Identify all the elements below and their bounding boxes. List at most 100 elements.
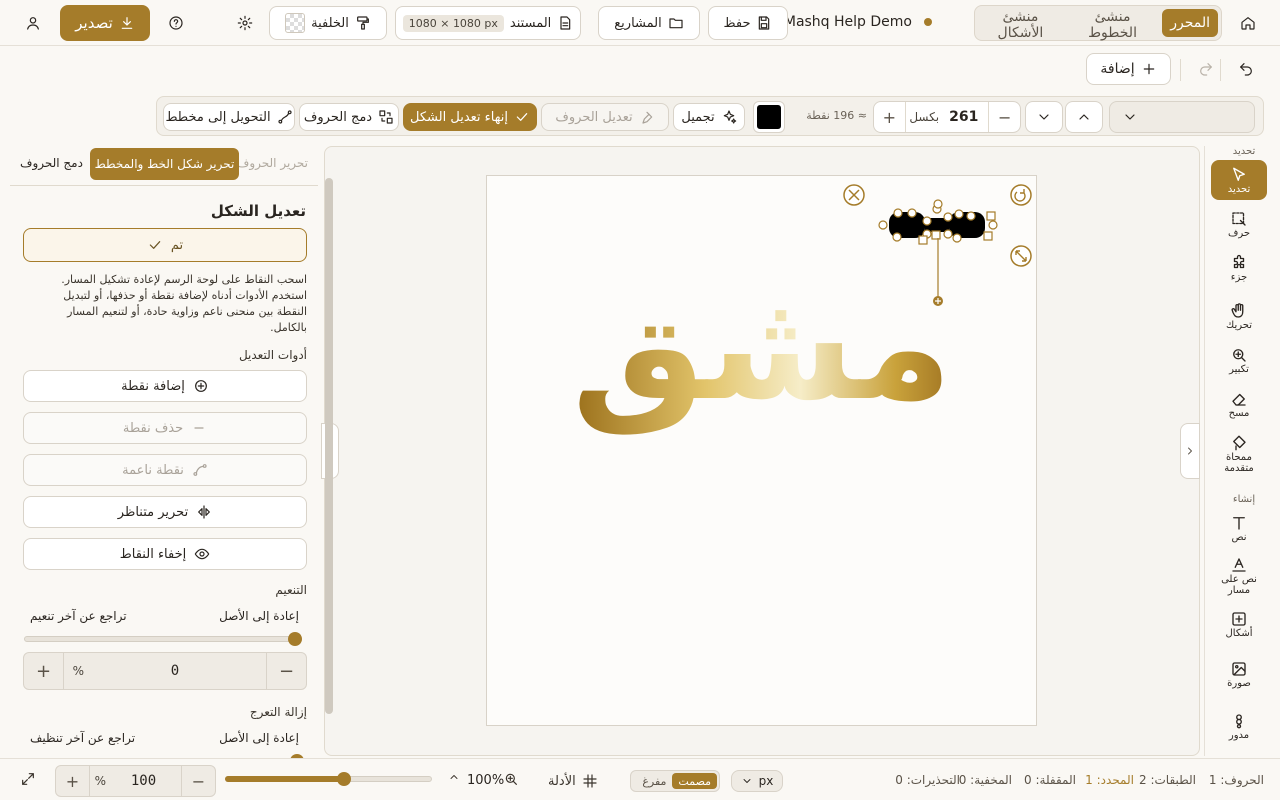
beautify-button[interactable]: تجميل <box>673 103 745 131</box>
zoom-value[interactable]: 100 <box>106 773 181 789</box>
save-label: حفظ <box>723 15 751 31</box>
divider <box>10 185 318 186</box>
unit-label: px <box>758 774 774 788</box>
undo-denoise-button[interactable]: تراجع عن آخر تنظيف <box>30 731 135 745</box>
fill-solid-option[interactable]: مصمت <box>672 773 717 789</box>
tool-image[interactable]: صورة <box>1211 660 1267 689</box>
collapse-rail-button[interactable] <box>1180 423 1200 479</box>
zoom-out-button[interactable]: − <box>181 766 215 796</box>
size-increase-button[interactable]: + <box>874 102 906 132</box>
tab-merge-letters[interactable]: دمج الحروف <box>16 148 87 178</box>
help-button[interactable] <box>163 10 189 36</box>
expand-icon <box>20 771 36 787</box>
plus-circle-icon <box>193 378 209 394</box>
tab-font-builder[interactable]: منشئ الخطوط <box>1069 9 1156 41</box>
export-button[interactable]: تصدير <box>60 5 150 41</box>
convert-to-path-button[interactable]: التحويل إلى مخطط <box>163 103 295 131</box>
fill-mode-toggle: مصمت مفرغ <box>630 770 720 792</box>
panel-scrollbar[interactable] <box>325 178 333 714</box>
smoothing-value[interactable]: 0 <box>84 663 266 679</box>
divider <box>1180 59 1181 81</box>
tab-shape-builder[interactable]: منشئ الأشكال <box>978 9 1063 41</box>
smooth-point-button[interactable]: نقطة ناعمة <box>23 454 307 486</box>
tab-editor[interactable]: المحرر <box>1162 9 1218 37</box>
delete-point-button[interactable]: حذف نقطة <box>23 412 307 444</box>
tool-text[interactable]: نص <box>1211 514 1267 543</box>
size-value[interactable]: 261 <box>939 109 988 125</box>
zoom-display: 100% <box>467 773 505 788</box>
zoom-fit-button[interactable] <box>503 771 519 791</box>
tool-label: تكبير <box>1229 364 1249 375</box>
chevron-down-icon <box>1036 109 1052 125</box>
fullscreen-button[interactable] <box>20 771 36 791</box>
smoothing-slider-track[interactable] <box>24 636 302 642</box>
color-picker[interactable] <box>753 101 785 133</box>
font-select[interactable] <box>1109 101 1255 133</box>
undo-button[interactable] <box>1234 57 1258 81</box>
account-button[interactable] <box>20 10 46 36</box>
context-toolbar: − 261 بكسل + ≈ 196 نقطة تجميل تعديل الحر… <box>156 96 1264 136</box>
tool-zoom[interactable]: تكبير <box>1211 346 1267 375</box>
symmetric-edit-button[interactable]: تحرير متناظر <box>23 496 307 528</box>
folder-icon <box>668 15 684 31</box>
merge-letters-button[interactable]: دمج الحروف <box>299 103 399 131</box>
smoothing-decrease-button[interactable]: − <box>266 653 306 689</box>
artwork-text[interactable]: مشق <box>572 260 953 435</box>
smoothing-slider-thumb[interactable] <box>288 632 302 646</box>
download-icon <box>119 15 135 31</box>
status-bar: الحروف: 1 الطبقات: 2 المحدد: 1 المقفلة: … <box>0 758 1280 800</box>
move-down-button[interactable] <box>1025 101 1063 133</box>
delete-handle[interactable] <box>843 184 865 206</box>
tab-edit-letters[interactable]: تحرير الحروف <box>233 148 312 178</box>
finish-shape-edit-button[interactable]: إنهاء تعديل الشكل <box>403 103 537 131</box>
selected-shape[interactable] <box>878 199 998 245</box>
document-size-badge: 1080 × 1080 px <box>402 14 504 32</box>
fill-hollow-option[interactable]: مفرغ <box>638 773 670 789</box>
add-point-button[interactable]: إضافة نقطة <box>23 370 307 402</box>
zoom-slider-thumb[interactable] <box>336 772 351 786</box>
hand-icon <box>1230 302 1248 320</box>
tool-text-on-path[interactable]: نص على مسار <box>1211 556 1267 596</box>
tool-erase[interactable]: مسح <box>1211 390 1267 419</box>
artboard[interactable]: مشق <box>486 175 1037 726</box>
puzzle-icon <box>1230 254 1248 272</box>
done-button[interactable]: تم <box>23 228 307 262</box>
document-button[interactable]: المستند 1080 × 1080 px <box>395 6 581 40</box>
smoothing-increase-button[interactable]: + <box>24 653 64 689</box>
locked-count: المقفلة: 0 <box>1024 773 1076 787</box>
tool-label: ممحاة متقدمة <box>1224 452 1254 474</box>
rotate-handle[interactable] <box>1010 184 1032 206</box>
zoom-presets-button[interactable] <box>448 771 460 787</box>
chevron-up-icon <box>448 771 460 783</box>
hide-points-button[interactable]: إخفاء النقاط <box>23 538 307 570</box>
save-button[interactable]: حفظ <box>708 6 788 40</box>
tool-part[interactable]: جزء <box>1211 254 1267 283</box>
path-curve-icon <box>277 109 293 125</box>
redo-button[interactable] <box>1194 57 1218 81</box>
undo-smoothing-button[interactable]: تراجع عن آخر تنعيم <box>30 609 127 623</box>
reset-smoothing-button[interactable]: إعادة إلى الأصل <box>219 609 299 623</box>
edit-letters-button[interactable]: تعديل الحروف <box>541 103 669 131</box>
tool-letter[interactable]: حرف <box>1211 210 1267 239</box>
tool-advanced-erase[interactable]: ممحاة متقدمة <box>1211 434 1267 474</box>
chevron-right-icon <box>1184 445 1196 457</box>
projects-button[interactable]: المشاريع <box>598 6 700 40</box>
scale-handle[interactable] <box>1010 245 1032 267</box>
reset-denoise-button[interactable]: إعادة إلى الأصل <box>219 731 299 745</box>
help-icon <box>168 15 184 31</box>
settings-button[interactable] <box>232 10 258 36</box>
tab-edit-shape[interactable]: تحرير شكل الخط والمخطط <box>90 148 239 180</box>
tool-select[interactable]: تحديد <box>1211 160 1267 200</box>
unit-select[interactable]: px <box>731 770 783 792</box>
home-button[interactable] <box>1234 10 1262 36</box>
tool-pan[interactable]: تحريك <box>1211 302 1267 331</box>
tool-round[interactable]: مدور <box>1211 712 1267 741</box>
tool-shapes[interactable]: أشكال <box>1211 610 1267 639</box>
zoom-in-button[interactable]: + <box>56 766 90 796</box>
add-button[interactable]: إضافة <box>1086 53 1171 85</box>
size-decrease-button[interactable]: − <box>988 102 1020 132</box>
background-button[interactable]: الخلفية <box>269 6 387 40</box>
move-up-button[interactable] <box>1065 101 1103 133</box>
chevron-down-icon <box>741 775 753 787</box>
guides-toggle[interactable]: الأدلة <box>548 770 598 792</box>
